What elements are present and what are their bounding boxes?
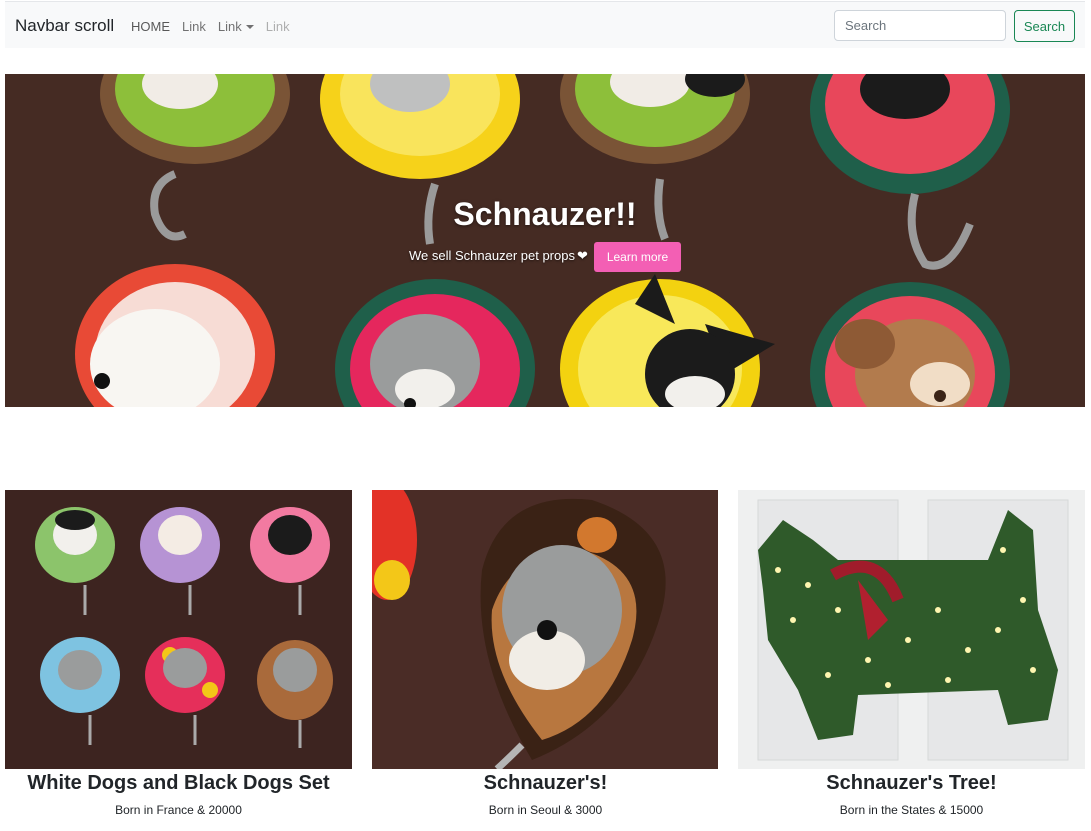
hero-image bbox=[5, 74, 1085, 407]
search-button[interactable]: Search bbox=[1014, 10, 1075, 42]
heart-icon: ❤ bbox=[576, 248, 588, 263]
product-title-1: White Dogs and Black Dogs Set bbox=[27, 772, 330, 794]
product-image-1[interactable] bbox=[5, 490, 352, 769]
product-text-2: Born in Seoul & 3000 bbox=[488, 803, 603, 817]
product-title-3: Schnauzer's Tree! bbox=[826, 772, 997, 794]
product-image-2[interactable] bbox=[372, 490, 719, 769]
product-title-2: Schnauzer's! bbox=[483, 772, 608, 794]
nav-link-dropdown-label: Link bbox=[217, 19, 242, 34]
product-card-1: White Dogs and Black Dogs Set Born in Fr… bbox=[5, 490, 352, 817]
nav-link-home[interactable]: HOME bbox=[131, 19, 170, 34]
product-card-2: Schnauzer's! Born in Seoul & 3000 bbox=[372, 490, 719, 817]
hero-subtitle-row: We sell Schnauzer pet props ❤ bbox=[409, 248, 588, 264]
learn-more-button[interactable]: Learn more bbox=[594, 242, 681, 272]
product-text-3: Born in the States & 15000 bbox=[839, 803, 984, 817]
nav-link-dropdown[interactable]: Link bbox=[218, 19, 254, 34]
product-card-3: Schnauzer's Tree! Born in the States & 1… bbox=[738, 490, 1085, 817]
product-image-3[interactable] bbox=[738, 490, 1085, 769]
nav-link-disabled: Link bbox=[265, 19, 290, 34]
nav-link-1[interactable]: Link bbox=[182, 19, 206, 34]
navbar: Navbar scroll HOME Link Link Link Search bbox=[5, 1, 1085, 48]
hero-title: Schnauzer!! bbox=[453, 196, 637, 232]
nav-links: HOME Link Link Link bbox=[131, 19, 290, 34]
navbar-brand[interactable]: Navbar scroll bbox=[15, 16, 114, 36]
hero-subtitle: We sell Schnauzer pet props bbox=[409, 248, 575, 263]
caret-down-icon bbox=[245, 25, 254, 29]
product-text-1: Born in France & 20000 bbox=[115, 803, 242, 817]
search-input[interactable] bbox=[834, 10, 1006, 41]
hero-banner: Schnauzer!! We sell Schnauzer pet props ❤… bbox=[5, 74, 1085, 407]
